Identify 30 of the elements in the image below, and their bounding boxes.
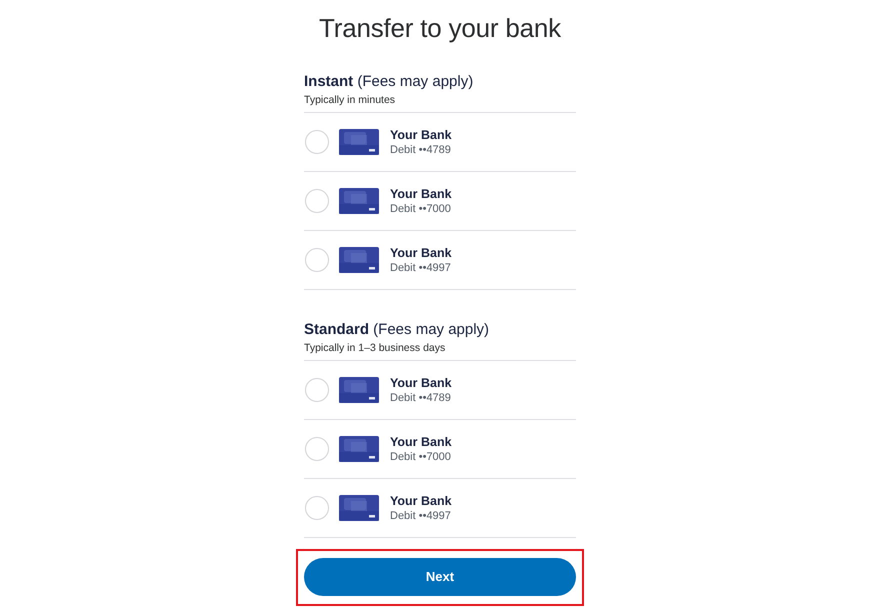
page-title: Transfer to your bank — [318, 12, 562, 44]
bank-card-icon — [339, 247, 379, 273]
radio-button[interactable] — [305, 437, 329, 461]
account-name: Your Bank — [390, 244, 452, 260]
radio-button[interactable] — [305, 378, 329, 402]
account-name: Your Bank — [390, 492, 452, 508]
account-name: Your Bank — [390, 126, 452, 142]
section-heading: Standard (Fees may apply) — [304, 320, 490, 340]
account-name: Your Bank — [390, 186, 452, 202]
radio-button[interactable] — [305, 496, 329, 520]
radio-button[interactable] — [305, 189, 329, 213]
account-number: Debit ••4997 — [390, 260, 452, 276]
account-number: Debit ••4997 — [390, 508, 452, 524]
account-number: Debit ••4789 — [390, 390, 452, 406]
bank-card-icon — [339, 436, 379, 462]
account-number: Debit ••4789 — [390, 142, 452, 158]
bank-card-icon — [339, 495, 379, 521]
account-number: Debit ••7000 — [390, 202, 452, 216]
section-subtitle: Typically in minutes — [304, 93, 576, 113]
section-subtitle: Typically in 1–3 business days — [304, 341, 576, 361]
account-name: Your Bank — [390, 374, 452, 390]
bank-card-icon — [339, 129, 379, 155]
next-button[interactable]: Next — [304, 558, 576, 596]
bank-card-icon — [339, 377, 379, 403]
account-number: Debit ••7000 — [390, 450, 452, 464]
radio-button[interactable] — [305, 248, 329, 272]
radio-button[interactable] — [305, 130, 329, 154]
section-heading: Instant (Fees may apply) — [304, 72, 474, 92]
account-name: Your Bank — [390, 434, 452, 450]
bank-card-icon — [339, 188, 379, 214]
